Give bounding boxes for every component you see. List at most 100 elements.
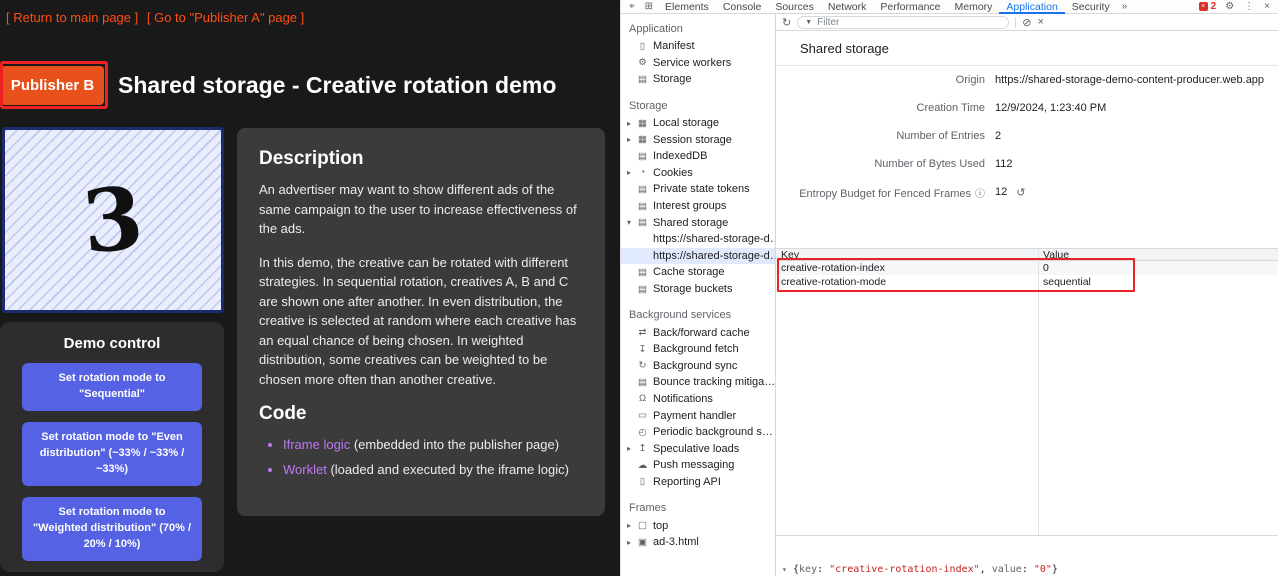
sidebar-item-origin-2[interactable]: https://shared-storage-d… <box>621 248 775 265</box>
tab-application[interactable]: Application <box>999 0 1064 14</box>
page-title: Shared storage - Creative rotation demo <box>118 72 556 99</box>
sidebar-item-session-storage[interactable]: ▸▦Session storage <box>621 131 775 148</box>
sidebar-item-label: Push messaging <box>653 459 734 471</box>
sidebar-item-storage[interactable]: ▤Storage <box>621 71 775 88</box>
sidebar-item-private-state-tokens[interactable]: ▤Private state tokens <box>621 181 775 198</box>
publisher-a-page-link[interactable]: [ Go to "Publisher A" page ] <box>147 10 304 25</box>
chevron-right-icon[interactable]: ▸ <box>627 521 636 530</box>
chevron-down-icon[interactable]: ▾ <box>627 218 636 227</box>
sidebar-item-local-storage[interactable]: ▸▦Local storage <box>621 115 775 132</box>
tab-console[interactable]: Console <box>716 0 769 14</box>
value-column-header[interactable]: Value <box>1038 249 1278 261</box>
table-row[interactable]: creative-rotation-index 0 <box>776 261 1278 275</box>
property-name: key <box>799 564 817 575</box>
sidebar-item-bounce-tracking[interactable]: ▤Bounce tracking mitiga… <box>621 374 775 391</box>
storage-item-preview: ▾{key: "creative-rotation-index", value:… <box>776 535 1278 576</box>
sidebar-item-manifest[interactable]: ▯Manifest <box>621 38 775 55</box>
tab-sources[interactable]: Sources <box>768 0 821 14</box>
refresh-icon[interactable]: ↻ <box>782 16 791 29</box>
close-small-icon[interactable]: × <box>1037 16 1043 28</box>
description-paragraph-1: An advertiser may want to show different… <box>259 180 583 239</box>
tab-security[interactable]: Security <box>1065 0 1117 14</box>
sidebar-item-origin-1[interactable]: https://shared-storage-d… <box>621 231 775 248</box>
devtools-window: ⌖ ⊞ Elements Console Sources Network Per… <box>620 0 1278 576</box>
more-tabs-chevron-icon[interactable]: » <box>1117 1 1133 12</box>
chevron-right-icon[interactable]: ▸ <box>627 135 636 144</box>
worklet-link[interactable]: Worklet <box>283 462 327 477</box>
rotation-mode-even-distribution-button[interactable]: Set rotation mode to "Even distribution"… <box>22 422 202 486</box>
table-row[interactable]: creative-rotation-mode sequential <box>776 275 1278 289</box>
device-toolbar-icon[interactable]: ⊞ <box>640 0 658 14</box>
sidebar-item-cookies[interactable]: ▸◔Cookies <box>621 165 775 182</box>
sidebar-item-label: Background sync <box>653 360 737 372</box>
storage-items-grid: Key Value creative-rotation-index 0 crea… <box>776 248 1278 535</box>
sidebar-item-background-sync[interactable]: ↻Background sync <box>621 358 775 375</box>
code-links-list: Iframe logic (embedded into the publishe… <box>259 435 583 479</box>
sidebar-item-shared-storage[interactable]: ▾▤Shared storage <box>621 214 775 231</box>
sidebar-item-label: Bounce tracking mitiga… <box>653 376 775 388</box>
expand-arrow-icon[interactable]: ▾ <box>782 563 793 576</box>
swap-arrows-icon: ⇄ <box>636 327 649 338</box>
sidebar-item-label: Manifest <box>653 40 695 52</box>
chevron-right-icon[interactable]: ▸ <box>627 538 636 547</box>
rotation-mode-weighted-distribution-button[interactable]: Set rotation mode to "Weighted distribut… <box>22 497 202 561</box>
publisher-b-button[interactable]: Publisher B <box>1 66 104 105</box>
tab-memory[interactable]: Memory <box>948 0 1000 14</box>
chevron-right-icon[interactable]: ▸ <box>627 119 636 128</box>
string-value: "creative-rotation-index" <box>829 564 980 575</box>
sidebar-item-label: Private state tokens <box>653 183 750 195</box>
sidebar-item-service-workers[interactable]: ⚙Service workers <box>621 55 775 72</box>
chevron-right-icon[interactable]: ▸ <box>627 168 636 177</box>
sidebar-section-background-services: Background services ⇄Back/forward cache … <box>621 306 775 490</box>
sidebar-item-label: Speculative loads <box>653 443 739 455</box>
delete-all-icon[interactable]: ⊘ <box>1022 16 1031 29</box>
info-icon[interactable]: ⓘ <box>975 189 985 200</box>
sidebar-item-push-messaging[interactable]: ☁Push messaging <box>621 457 775 474</box>
preview-head-line: ▾{key: "creative-rotation-index", value:… <box>782 563 1278 576</box>
reset-budget-icon[interactable]: ↺ <box>1016 186 1025 199</box>
inspect-icon[interactable]: ⌖ <box>624 0 640 14</box>
sidebar-item-background-fetch[interactable]: ↧Background fetch <box>621 341 775 358</box>
return-main-page-link[interactable]: [ Return to main page ] <box>6 10 138 25</box>
field-value: 12 <box>995 186 1007 198</box>
sidebar-item-reporting-api[interactable]: ▯Reporting API <box>621 474 775 491</box>
sidebar-item-notifications[interactable]: Ω Notifications <box>621 391 775 408</box>
sidebar-item-label: Back/forward cache <box>653 327 750 339</box>
sidebar-item-label: Shared storage <box>653 217 728 229</box>
sidebar-item-frame-top[interactable]: ▸▢top <box>621 517 775 534</box>
sidebar-item-label: Interest groups <box>653 200 726 212</box>
sidebar-item-interest-groups[interactable]: ▤Interest groups <box>621 198 775 215</box>
sidebar-item-frame-ad-3[interactable]: ▸▣ad-3.html <box>621 534 775 551</box>
sidebar-item-payment-handler[interactable]: ▭Payment handler <box>621 407 775 424</box>
rotation-mode-sequential-button[interactable]: Set rotation mode to "Sequential" <box>22 363 202 411</box>
sidebar-item-label: Notifications <box>653 393 713 405</box>
field-label: Creation Time <box>776 102 985 114</box>
row-key: creative-rotation-index <box>776 262 1038 274</box>
sidebar-item-label: https://shared-storage-d… <box>653 233 775 245</box>
key-column-header[interactable]: Key <box>776 249 1038 261</box>
section-title: Frames <box>621 499 775 517</box>
grid-column-divider[interactable] <box>1038 248 1039 535</box>
tab-performance[interactable]: Performance <box>873 0 947 14</box>
sidebar-item-storage-buckets[interactable]: ▤Storage buckets <box>621 281 775 298</box>
field-label: Number of Entries <box>776 130 985 142</box>
bell-icon: Ω <box>636 393 649 404</box>
sidebar-item-label: Storage <box>653 73 692 85</box>
sidebar-item-cache-storage[interactable]: ▤Cache storage <box>621 264 775 281</box>
filter-input[interactable]: ▼ Filter <box>797 16 1009 29</box>
sidebar-item-back-forward-cache[interactable]: ⇄ Back/forward cache <box>621 324 775 341</box>
row-key: creative-rotation-mode <box>776 276 1038 288</box>
chevron-right-icon[interactable]: ▸ <box>627 444 636 453</box>
kebab-menu-icon[interactable]: ⋮ <box>1239 0 1259 14</box>
error-count-badge[interactable]: ×2 <box>1195 1 1221 12</box>
sidebar-item-speculative-loads[interactable]: ▸↥Speculative loads <box>621 440 775 457</box>
settings-gear-icon[interactable]: ⚙ <box>1220 0 1239 14</box>
tab-elements[interactable]: Elements <box>658 0 716 14</box>
clock-icon: ◴ <box>636 427 649 438</box>
sidebar-item-indexeddb[interactable]: ▤IndexedDB <box>621 148 775 165</box>
tab-network[interactable]: Network <box>821 0 874 14</box>
devtools-close-icon[interactable]: × <box>1259 0 1275 14</box>
iframe-logic-link[interactable]: Iframe logic <box>283 437 350 452</box>
field-value: 2 <box>995 130 1001 142</box>
sidebar-item-periodic-background-sync[interactable]: ◴Periodic background s… <box>621 424 775 441</box>
